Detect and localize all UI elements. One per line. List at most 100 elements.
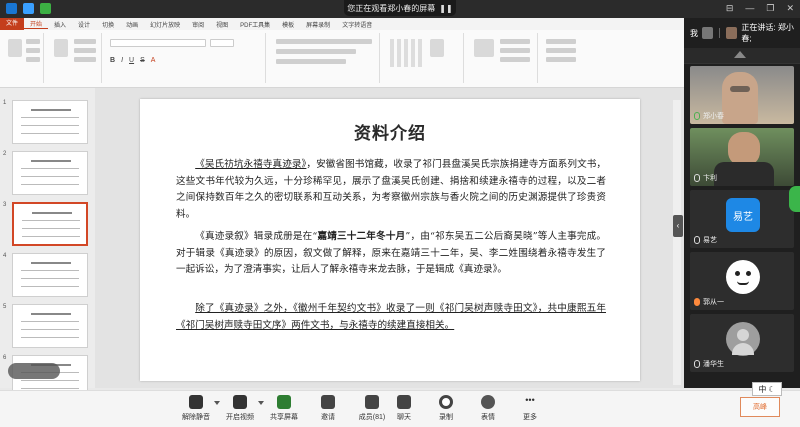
- thumbnail-text-line: [21, 286, 79, 287]
- slide-thumbnail[interactable]: [12, 100, 88, 144]
- thumbnail-number: 3: [3, 202, 7, 208]
- tab-5[interactable]: 动画: [120, 20, 144, 29]
- slide-thumbnail[interactable]: [12, 202, 88, 246]
- mic-on-icon: [694, 112, 700, 120]
- arrange-icon[interactable]: [430, 39, 444, 57]
- minimize-icon[interactable]: —: [745, 3, 754, 14]
- participant-tile[interactable]: 郑小春: [690, 66, 794, 124]
- signal-icon[interactable]: [40, 3, 51, 14]
- text-format-buttons: BIUSA: [110, 57, 155, 64]
- thumbnail-text-line: [21, 329, 79, 330]
- format-painter-button[interactable]: [26, 57, 40, 62]
- participant-avatar: 易艺: [726, 198, 760, 232]
- participant-video: [722, 72, 758, 124]
- replace-button[interactable]: [546, 48, 576, 53]
- chat-button[interactable]: 聊天: [382, 395, 426, 422]
- shape-effects-button[interactable]: [500, 57, 530, 62]
- thumbnail-number: 2: [3, 151, 7, 157]
- toolbar-label: 更多: [523, 414, 537, 421]
- copy-button[interactable]: [26, 48, 40, 53]
- find-button[interactable]: [546, 39, 576, 44]
- slide-thumbnail[interactable]: [12, 253, 88, 297]
- slide-thumbnail[interactable]: [12, 151, 88, 195]
- bold-icon[interactable]: B: [110, 57, 115, 64]
- paste-icon[interactable]: [8, 39, 22, 57]
- new-slide-icon[interactable]: [54, 39, 68, 57]
- collapse-strip[interactable]: [684, 48, 800, 64]
- tab-1[interactable]: 开始: [24, 19, 49, 29]
- participant-tile[interactable]: 易艺 易艺: [690, 190, 794, 248]
- quick-styles-icon[interactable]: [474, 39, 494, 57]
- slide-thumbnail[interactable]: [12, 304, 88, 348]
- avatar-mouth: [737, 281, 749, 285]
- ime-indicator[interactable]: 中 ☾: [752, 382, 782, 396]
- pin-icon[interactable]: ⊟: [726, 3, 734, 14]
- paragraph-2-text-a: 《真迹录叙》辑录成册是在“: [195, 231, 318, 242]
- reset-button[interactable]: [74, 48, 96, 53]
- caret-down-icon[interactable]: [214, 401, 220, 405]
- shield-icon[interactable]: [23, 3, 34, 14]
- font-select[interactable]: [110, 39, 206, 47]
- shape-fill-button[interactable]: [500, 39, 530, 44]
- italic-icon[interactable]: I: [121, 57, 123, 64]
- more-button[interactable]: ••• 更多: [508, 395, 552, 422]
- tab-8[interactable]: 视图: [210, 20, 234, 29]
- camera-icon: [233, 395, 247, 409]
- glasses-shape: [730, 86, 750, 92]
- paragraph-group: [270, 33, 380, 83]
- thumbnail-text-line: [21, 278, 79, 279]
- thumbnail-text-line: [21, 133, 79, 134]
- share-screen-button[interactable]: 共享屏幕: [262, 395, 306, 422]
- layout-button[interactable]: [74, 39, 96, 44]
- thumbnail-text-line: [21, 270, 79, 271]
- restore-icon[interactable]: ❐: [766, 3, 774, 14]
- slide-scrollbar[interactable]: [673, 100, 681, 385]
- participant-tile[interactable]: 潘华生: [690, 314, 794, 372]
- toolbar-label: 表情: [481, 414, 495, 421]
- mic-icon: [694, 236, 700, 244]
- collapse-panel-chevron-icon[interactable]: ‹: [673, 215, 683, 237]
- floating-control-pill[interactable]: [8, 363, 60, 379]
- record-button[interactable]: 录制: [424, 395, 468, 422]
- pause-icon[interactable]: ❚❚: [439, 4, 452, 13]
- underline-icon[interactable]: U: [129, 57, 134, 64]
- side-green-indicator[interactable]: [789, 186, 800, 212]
- section-button[interactable]: [74, 57, 96, 62]
- tab-11[interactable]: 屏幕录制: [300, 20, 336, 29]
- participants-panel: 我 正在讲话: 郑小春; 郑小春 卞利 易艺 易艺 郭从一 潘华生: [684, 18, 800, 388]
- tab-9[interactable]: PDF工具集: [234, 20, 276, 29]
- participant-tile[interactable]: 郭从一: [690, 252, 794, 310]
- close-icon[interactable]: ✕: [786, 3, 794, 14]
- list-buttons[interactable]: [276, 39, 372, 44]
- shape-outline-button[interactable]: [500, 48, 530, 53]
- strike-icon[interactable]: S: [140, 57, 145, 64]
- participant-tile[interactable]: 卞利: [690, 128, 794, 186]
- thumbnail-text-line: [22, 220, 80, 221]
- slide-paragraph-1: 《吴氏祊坑永禧寺真迹录》，安徽省图书馆藏，收录了祁门县盘溪吴氏宗族捐建寺方面系列…: [176, 157, 606, 223]
- cut-button[interactable]: [26, 39, 40, 44]
- shapes-gallery[interactable]: [390, 39, 424, 67]
- mic-muted-button[interactable]: 解除静音: [174, 395, 218, 422]
- align-buttons[interactable]: [276, 49, 356, 54]
- tab-4[interactable]: 切换: [96, 20, 120, 29]
- my-avatar[interactable]: [702, 27, 714, 39]
- tab-3[interactable]: 设计: [72, 20, 96, 29]
- thumbnail-number: 1: [3, 100, 7, 106]
- tab-7[interactable]: 审阅: [186, 20, 210, 29]
- font-size-select[interactable]: [210, 39, 234, 47]
- camera-button[interactable]: 开启视频: [218, 395, 262, 422]
- font-color-icon[interactable]: A: [151, 57, 156, 64]
- select-button[interactable]: [546, 57, 576, 62]
- emoji-button[interactable]: 表情: [466, 395, 510, 422]
- invite-button[interactable]: 邀请: [306, 395, 350, 422]
- tab-0[interactable]: 文件: [0, 18, 25, 30]
- tab-2[interactable]: 插入: [48, 20, 72, 29]
- caret-down-icon[interactable]: [258, 401, 264, 405]
- current-slide[interactable]: 资料介绍 《吴氏祊坑永禧寺真迹录》，安徽省图书馆藏，收录了祁门县盘溪吴氏宗族捐建…: [140, 99, 640, 381]
- info-icon[interactable]: [6, 3, 17, 14]
- text-direction-button[interactable]: [276, 59, 346, 64]
- tab-6[interactable]: 幻灯片放映: [144, 20, 186, 29]
- participant-video: [728, 132, 760, 166]
- tab-12[interactable]: 文字转语音: [336, 20, 378, 29]
- tab-10[interactable]: 模板: [276, 20, 300, 29]
